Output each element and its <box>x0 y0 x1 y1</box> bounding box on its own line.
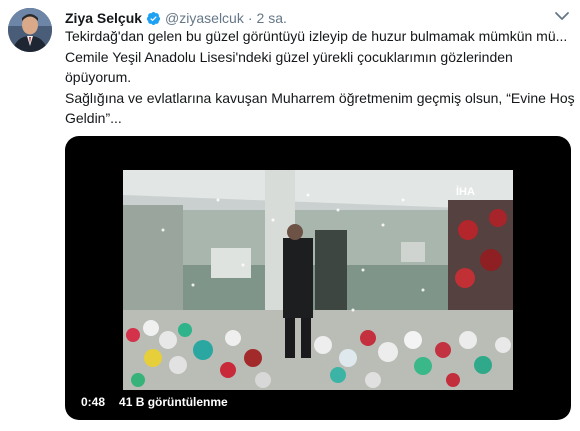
verified-badge-icon <box>146 11 161 25</box>
avatar[interactable] <box>8 8 52 52</box>
tweet-timestamp[interactable]: 2 sa. <box>257 10 287 26</box>
tweet-header: Ziya Selçuk @ziyaselcuk · 2 sa. <box>65 8 287 28</box>
avatar-image <box>8 8 52 52</box>
tweet-text-line: Geldin”... <box>65 110 122 126</box>
tweet-text-line: öpüyorum. <box>65 69 132 85</box>
video-duration: 0:48 <box>76 392 111 412</box>
video-view-count: 41 B görüntülenme <box>114 392 233 412</box>
tweet-text-line: Tekirdağ'dan gelen bu güzel görüntüyü iz… <box>65 28 568 44</box>
video-player[interactable]: İHA 0:48 41 B görüntülenme <box>65 136 571 420</box>
watermark-label: İHA <box>456 185 475 198</box>
author-name[interactable]: Ziya Selçuk <box>65 10 142 26</box>
author-handle[interactable]: @ziyaselcuk <box>165 10 244 26</box>
tweet-text-line: Cemile Yeşil Anadolu Lisesi'ndeki güzel … <box>65 48 513 65</box>
chevron-down-icon[interactable] <box>554 10 570 22</box>
tweet[interactable]: Ziya Selçuk @ziyaselcuk · 2 sa. Tekirdağ… <box>0 0 580 431</box>
header-separator: · <box>247 10 253 26</box>
tweet-text-line: Sağlığına ve evlatlarına kavuşan Muharre… <box>65 89 575 106</box>
tweet-text: Tekirdağ'dan gelen bu güzel görüntüyü iz… <box>65 26 575 129</box>
video-info-badges: 0:48 41 B görüntülenme <box>76 392 233 412</box>
video-thumbnail: İHA <box>123 170 513 390</box>
